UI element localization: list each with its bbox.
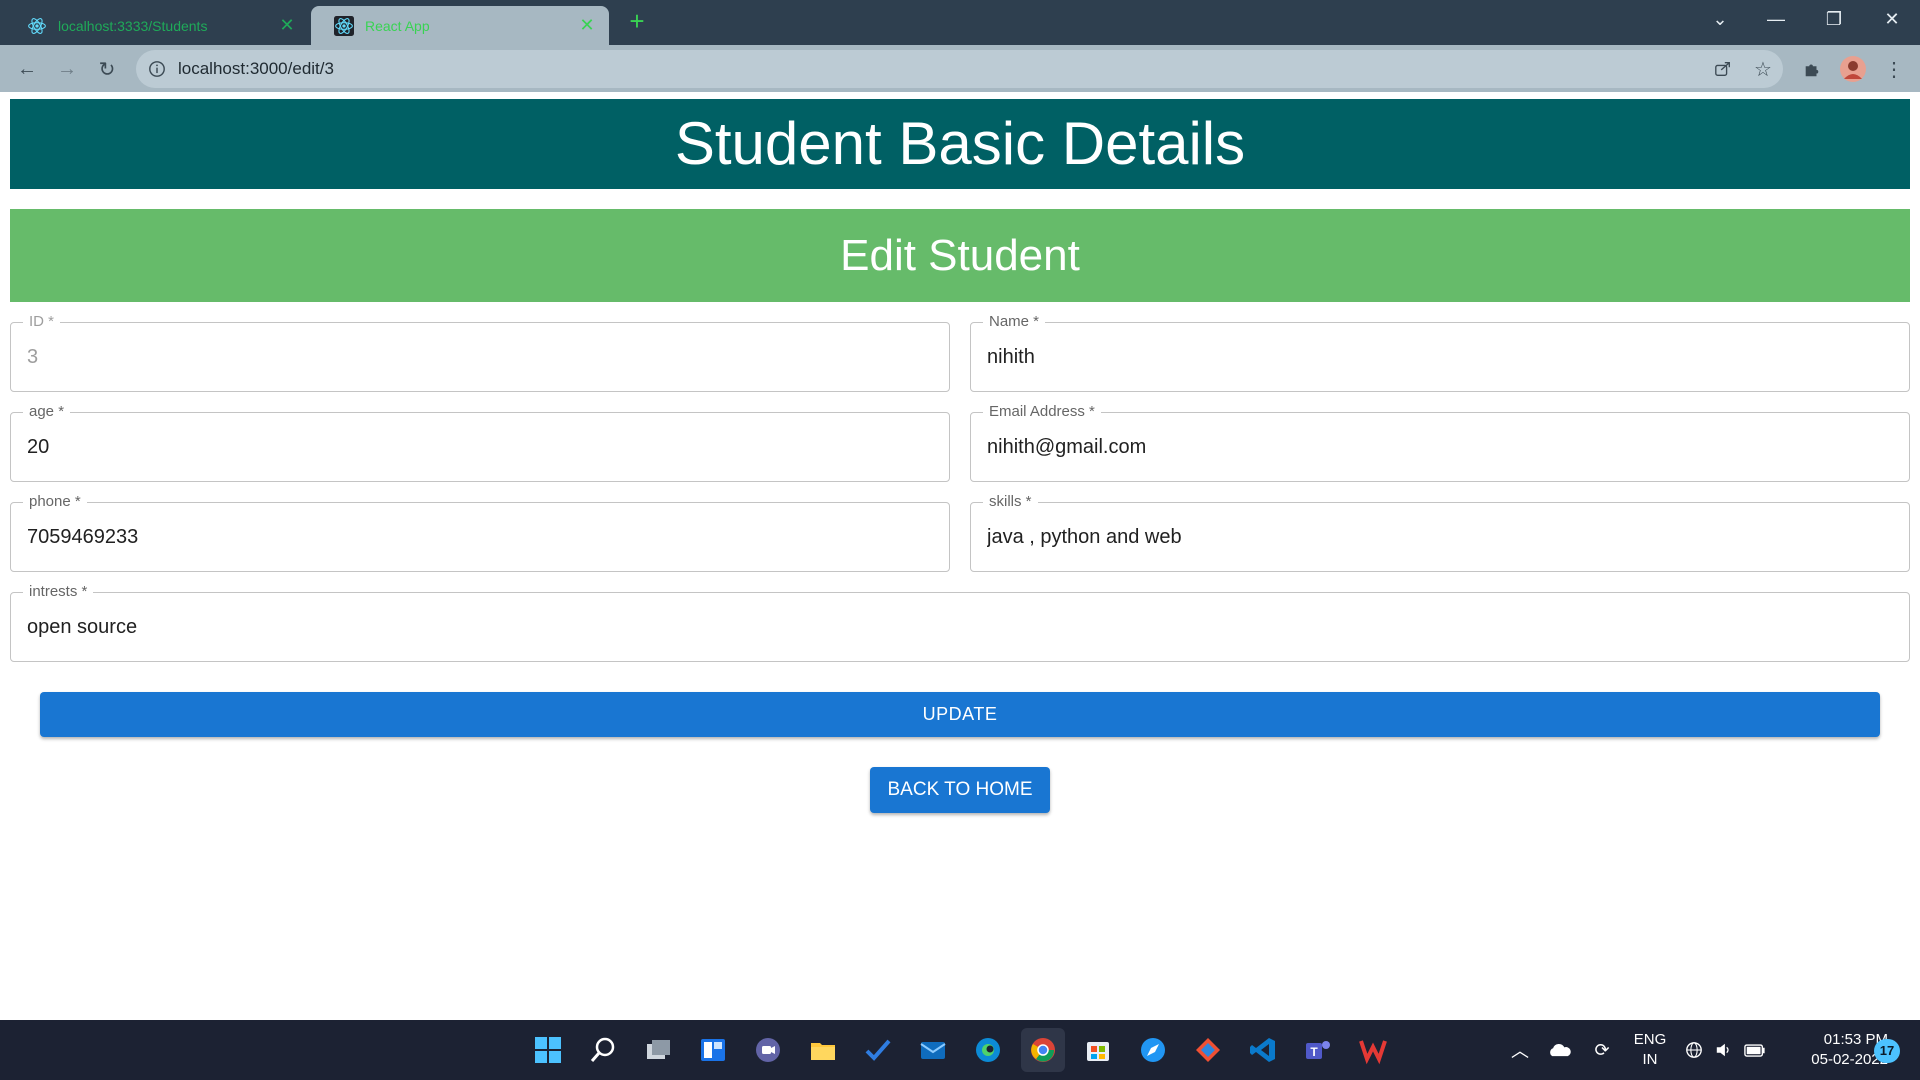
react-logo-icon bbox=[26, 15, 48, 37]
new-tab-plus-icon[interactable]: + bbox=[622, 6, 652, 36]
edge-browser-icon[interactable] bbox=[966, 1028, 1010, 1072]
clock-date: 05-02-2022 bbox=[1811, 1051, 1888, 1068]
back-arrow-icon[interactable]: ← bbox=[9, 51, 45, 87]
notification-badge[interactable]: 17 bbox=[1874, 1039, 1900, 1063]
forward-arrow-icon[interactable]: → bbox=[49, 51, 85, 87]
id-field: ID * bbox=[10, 313, 950, 392]
mail-icon[interactable] bbox=[911, 1028, 955, 1072]
battery-icon[interactable] bbox=[1740, 1035, 1770, 1065]
todo-check-icon[interactable] bbox=[856, 1028, 900, 1072]
tab-title: localhost:3333/Students bbox=[58, 17, 208, 34]
volume-icon[interactable] bbox=[1710, 1035, 1738, 1065]
name-input[interactable] bbox=[987, 323, 1893, 391]
tab-search-chevron-icon[interactable]: ⌄ bbox=[1692, 0, 1748, 38]
file-explorer-icon[interactable] bbox=[801, 1028, 845, 1072]
address-bar[interactable] bbox=[136, 50, 1783, 88]
window-close-icon[interactable]: ✕ bbox=[1864, 0, 1920, 38]
age-input[interactable] bbox=[27, 413, 933, 481]
chevron-up-icon[interactable]: ︿ bbox=[1506, 1035, 1534, 1065]
email-input[interactable] bbox=[987, 413, 1893, 481]
age-field[interactable]: age * bbox=[10, 403, 950, 482]
onedrive-cloud-icon[interactable] bbox=[1544, 1035, 1576, 1065]
network-globe-icon[interactable] bbox=[1680, 1035, 1708, 1065]
browser-tab-react-app[interactable]: React App ✕ bbox=[311, 6, 609, 45]
reload-icon[interactable]: ↻ bbox=[89, 51, 125, 87]
minimize-icon[interactable]: — bbox=[1748, 0, 1804, 38]
sync-icon[interactable]: ⟳ bbox=[1586, 1035, 1618, 1065]
id-input bbox=[27, 323, 933, 391]
close-icon[interactable]: ✕ bbox=[577, 15, 597, 36]
wps-office-icon[interactable] bbox=[1351, 1028, 1395, 1072]
widgets-icon[interactable] bbox=[691, 1028, 735, 1072]
intrests-input[interactable] bbox=[27, 593, 1893, 661]
windows-start-icon[interactable] bbox=[526, 1028, 570, 1072]
close-icon[interactable]: ✕ bbox=[277, 15, 297, 36]
extensions-puzzle-icon[interactable] bbox=[1798, 55, 1826, 83]
email-field[interactable]: Email Address * bbox=[970, 403, 1910, 482]
search-icon[interactable] bbox=[581, 1028, 625, 1072]
intrests-field[interactable]: intrests * bbox=[10, 583, 1910, 662]
page-title: Student Basic Details bbox=[10, 99, 1910, 189]
taskbar-clock[interactable]: 01:53 PM 05-02-2022 bbox=[1778, 1030, 1888, 1070]
chrome-browser-icon[interactable] bbox=[1021, 1028, 1065, 1072]
form-title: Edit Student bbox=[10, 209, 1910, 302]
info-icon[interactable] bbox=[143, 55, 171, 83]
language-indicator[interactable]: ENG IN bbox=[1628, 1030, 1672, 1070]
share-icon[interactable] bbox=[1709, 55, 1737, 83]
react-logo-icon bbox=[333, 15, 355, 37]
tab-title: React App bbox=[365, 17, 430, 34]
vscode-icon[interactable] bbox=[1241, 1028, 1285, 1072]
skills-field[interactable]: skills * bbox=[970, 493, 1910, 572]
clock-time: 01:53 PM bbox=[1823, 1031, 1888, 1048]
microsoft-store-icon[interactable] bbox=[1076, 1028, 1120, 1072]
phone-field[interactable]: phone * bbox=[10, 493, 950, 572]
update-button[interactable]: UPDATE bbox=[40, 692, 1880, 737]
git-diamond-icon[interactable] bbox=[1186, 1028, 1230, 1072]
teams-chat-icon[interactable] bbox=[746, 1028, 790, 1072]
name-field[interactable]: Name * bbox=[970, 313, 1910, 392]
compass-app-icon[interactable] bbox=[1131, 1028, 1175, 1072]
region-code: IN bbox=[1642, 1051, 1658, 1068]
more-menu-icon[interactable]: ⋮ bbox=[1880, 55, 1908, 83]
language-code: ENG bbox=[1633, 1031, 1667, 1048]
svg-text:T: T bbox=[1310, 1045, 1318, 1059]
phone-input[interactable] bbox=[27, 503, 933, 571]
teams-icon[interactable]: T bbox=[1296, 1028, 1340, 1072]
browser-tab-students[interactable]: localhost:3333/Students ✕ bbox=[4, 6, 309, 45]
restore-icon[interactable]: ❐ bbox=[1806, 0, 1862, 38]
task-view-icon[interactable] bbox=[636, 1028, 680, 1072]
url-text[interactable]: localhost:3000/edit/3 bbox=[178, 50, 334, 88]
back-to-home-button[interactable]: BACK TO HOME bbox=[870, 767, 1050, 813]
skills-input[interactable] bbox=[987, 503, 1893, 571]
profile-avatar[interactable] bbox=[1839, 55, 1867, 83]
bookmark-star-icon[interactable]: ☆ bbox=[1749, 55, 1777, 83]
